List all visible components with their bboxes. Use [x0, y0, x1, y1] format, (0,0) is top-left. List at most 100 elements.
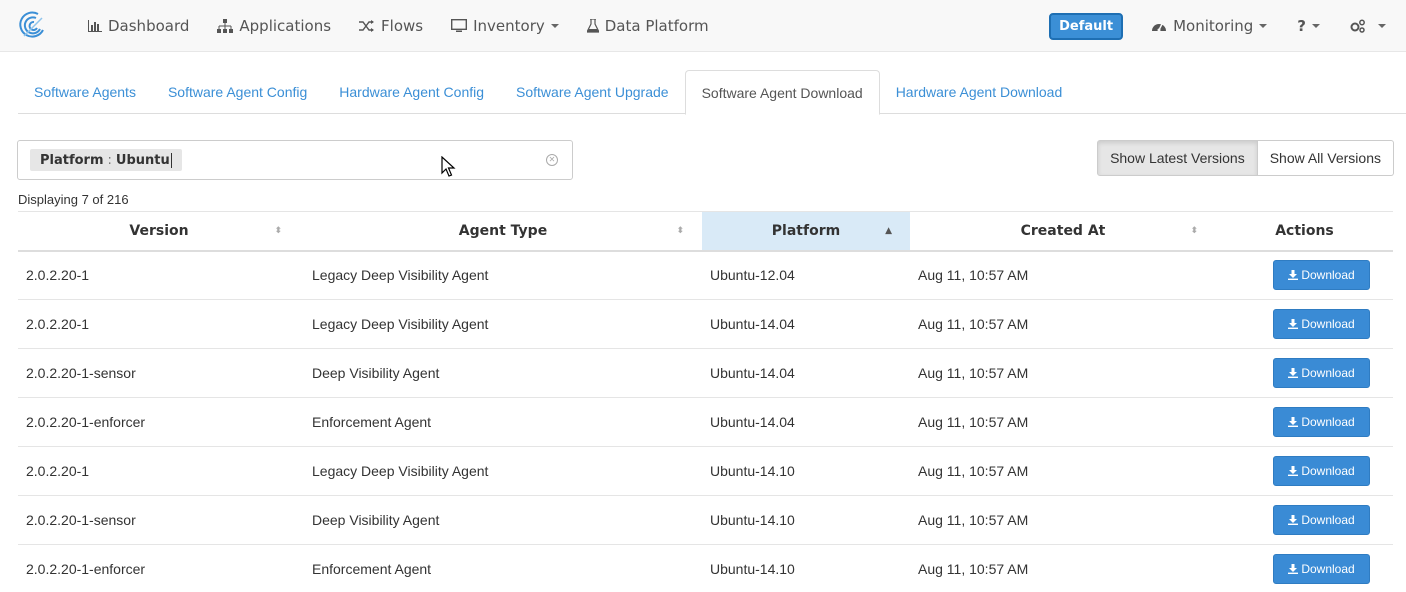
- table-row: 2.0.2.20-1 Legacy Deep Visibility Agent …: [18, 250, 1393, 300]
- download-button[interactable]: Download: [1273, 505, 1370, 535]
- nav-settings[interactable]: [1340, 0, 1396, 52]
- download-button[interactable]: Download: [1273, 260, 1370, 291]
- download-button[interactable]: Download: [1273, 456, 1370, 486]
- chevron-down-icon: [1259, 24, 1268, 28]
- help-icon: ?: [1297, 17, 1306, 35]
- filter-chip[interactable]: Platform : Ubuntu: [30, 149, 182, 171]
- cell-actions: Download: [1216, 544, 1393, 592]
- chevron-down-icon: [1378, 24, 1386, 28]
- cell-actions: Download: [1216, 250, 1393, 300]
- header-created-at-label: Created At: [1020, 222, 1106, 239]
- show-all-versions-button[interactable]: Show All Versions: [1257, 140, 1394, 176]
- header-created-at[interactable]: Created At ⬍: [910, 211, 1216, 252]
- download-label: Download: [1301, 464, 1355, 478]
- cell-actions: Download: [1216, 348, 1393, 398]
- agent-download-table: Version ⬍ Agent Type ⬍ Platform ▲ Create…: [18, 211, 1393, 592]
- nav-dashboard[interactable]: Dashboard: [88, 0, 201, 52]
- tab-software-agent-upgrade[interactable]: Software Agent Upgrade: [500, 70, 685, 114]
- nav-inventory[interactable]: Inventory: [451, 0, 571, 52]
- cell-agent-type: Legacy Deep Visibility Agent: [300, 250, 702, 300]
- filter-value: Ubuntu: [115, 152, 170, 168]
- version-toggle-group: Show Latest Versions Show All Versions: [1097, 140, 1394, 176]
- cell-version: 2.0.2.20-1-enforcer: [18, 397, 300, 447]
- sort-icon: ⬍: [676, 226, 684, 236]
- download-button[interactable]: Download: [1273, 554, 1370, 584]
- cell-platform: Ubuntu-12.04: [702, 250, 910, 300]
- nav-data-platform[interactable]: Data Platform: [586, 0, 721, 52]
- cell-created-at: Aug 11, 10:57 AM: [910, 495, 1216, 545]
- download-label: Download: [1301, 415, 1355, 429]
- nav-flows[interactable]: Flows: [359, 0, 435, 52]
- cell-actions: Download: [1216, 397, 1393, 447]
- table-header-row: Version ⬍ Agent Type ⬍ Platform ▲ Create…: [18, 211, 1393, 252]
- tab-software-agent-config[interactable]: Software Agent Config: [152, 70, 323, 114]
- cell-platform: Ubuntu-14.04: [702, 397, 910, 447]
- download-icon: [1288, 417, 1299, 427]
- dashboard-gauge-icon: [1151, 19, 1167, 33]
- top-navbar: Dashboard Applications Flows Inventory D…: [0, 0, 1406, 52]
- header-agent-type-label: Agent Type: [458, 222, 548, 239]
- cell-version: 2.0.2.20-1-sensor: [18, 348, 300, 398]
- cell-platform: Ubuntu-14.10: [702, 495, 910, 545]
- clear-filter-icon[interactable]: ✕: [546, 154, 558, 166]
- download-icon: [1288, 564, 1299, 574]
- cell-version: 2.0.2.20-1-enforcer: [18, 544, 300, 592]
- download-label: Download: [1301, 366, 1355, 380]
- header-platform-label: Platform: [771, 222, 841, 239]
- agent-tabs: Software Agents Software Agent Config Ha…: [18, 70, 1406, 115]
- nav-inventory-label: Inventory: [473, 17, 545, 35]
- cell-version: 2.0.2.20-1-sensor: [18, 495, 300, 545]
- download-icon: [1288, 270, 1299, 281]
- header-version[interactable]: Version ⬍: [18, 211, 300, 252]
- bar-chart-icon: [88, 20, 102, 32]
- tab-software-agent-download[interactable]: Software Agent Download: [684, 70, 880, 115]
- download-label: Download: [1301, 268, 1355, 283]
- cell-version: 2.0.2.20-1: [18, 250, 300, 300]
- chevron-down-icon: [550, 24, 559, 28]
- nav-applications-label: Applications: [239, 17, 332, 35]
- nav-dashboard-label: Dashboard: [108, 17, 190, 35]
- download-button[interactable]: Download: [1273, 309, 1370, 339]
- download-button[interactable]: Download: [1273, 358, 1370, 388]
- nav-monitoring[interactable]: Monitoring: [1141, 0, 1277, 52]
- download-label: Download: [1301, 317, 1355, 331]
- sitemap-icon: [217, 19, 234, 33]
- cell-agent-type: Enforcement Agent: [300, 544, 702, 592]
- download-button[interactable]: Download: [1273, 407, 1370, 437]
- download-icon: [1288, 368, 1299, 378]
- cell-agent-type: Legacy Deep Visibility Agent: [300, 299, 702, 349]
- cell-version: 2.0.2.20-1: [18, 446, 300, 496]
- cell-created-at: Aug 11, 10:57 AM: [910, 544, 1216, 592]
- filter-key: Platform: [40, 152, 104, 168]
- nav-help[interactable]: ?: [1287, 0, 1330, 52]
- table-row: 2.0.2.20-1 Legacy Deep Visibility Agent …: [18, 446, 1393, 496]
- cell-actions: Download: [1216, 446, 1393, 496]
- cell-platform: Ubuntu-14.04: [702, 299, 910, 349]
- header-platform[interactable]: Platform ▲: [702, 211, 910, 252]
- chevron-down-icon: [1312, 24, 1320, 28]
- cell-actions: Download: [1216, 495, 1393, 545]
- cell-created-at: Aug 11, 10:57 AM: [910, 397, 1216, 447]
- nav-applications[interactable]: Applications: [217, 0, 343, 52]
- tab-hardware-agent-config[interactable]: Hardware Agent Config: [323, 70, 500, 114]
- filter-input[interactable]: Platform : Ubuntu ✕: [17, 140, 573, 180]
- mouse-pointer-icon: [441, 156, 456, 177]
- logo-icon[interactable]: [18, 10, 46, 40]
- download-icon: [1288, 319, 1299, 329]
- cell-agent-type: Legacy Deep Visibility Agent: [300, 446, 702, 496]
- download-icon: [1288, 515, 1299, 525]
- cell-platform: Ubuntu-14.10: [702, 446, 910, 496]
- header-version-label: Version: [129, 222, 189, 239]
- filter-separator: :: [107, 152, 112, 168]
- header-agent-type[interactable]: Agent Type ⬍: [300, 211, 702, 252]
- gears-icon: [1350, 19, 1366, 33]
- cell-agent-type: Enforcement Agent: [300, 397, 702, 447]
- cell-created-at: Aug 11, 10:57 AM: [910, 348, 1216, 398]
- tab-hardware-agent-download[interactable]: Hardware Agent Download: [880, 70, 1079, 114]
- cell-created-at: Aug 11, 10:57 AM: [910, 446, 1216, 496]
- default-scope-badge[interactable]: Default: [1049, 12, 1124, 40]
- cell-created-at: Aug 11, 10:57 AM: [910, 299, 1216, 349]
- tab-software-agents[interactable]: Software Agents: [18, 70, 152, 114]
- show-latest-versions-button[interactable]: Show Latest Versions: [1097, 140, 1258, 176]
- table-row: 2.0.2.20-1-enforcer Enforcement Agent Ub…: [18, 544, 1393, 592]
